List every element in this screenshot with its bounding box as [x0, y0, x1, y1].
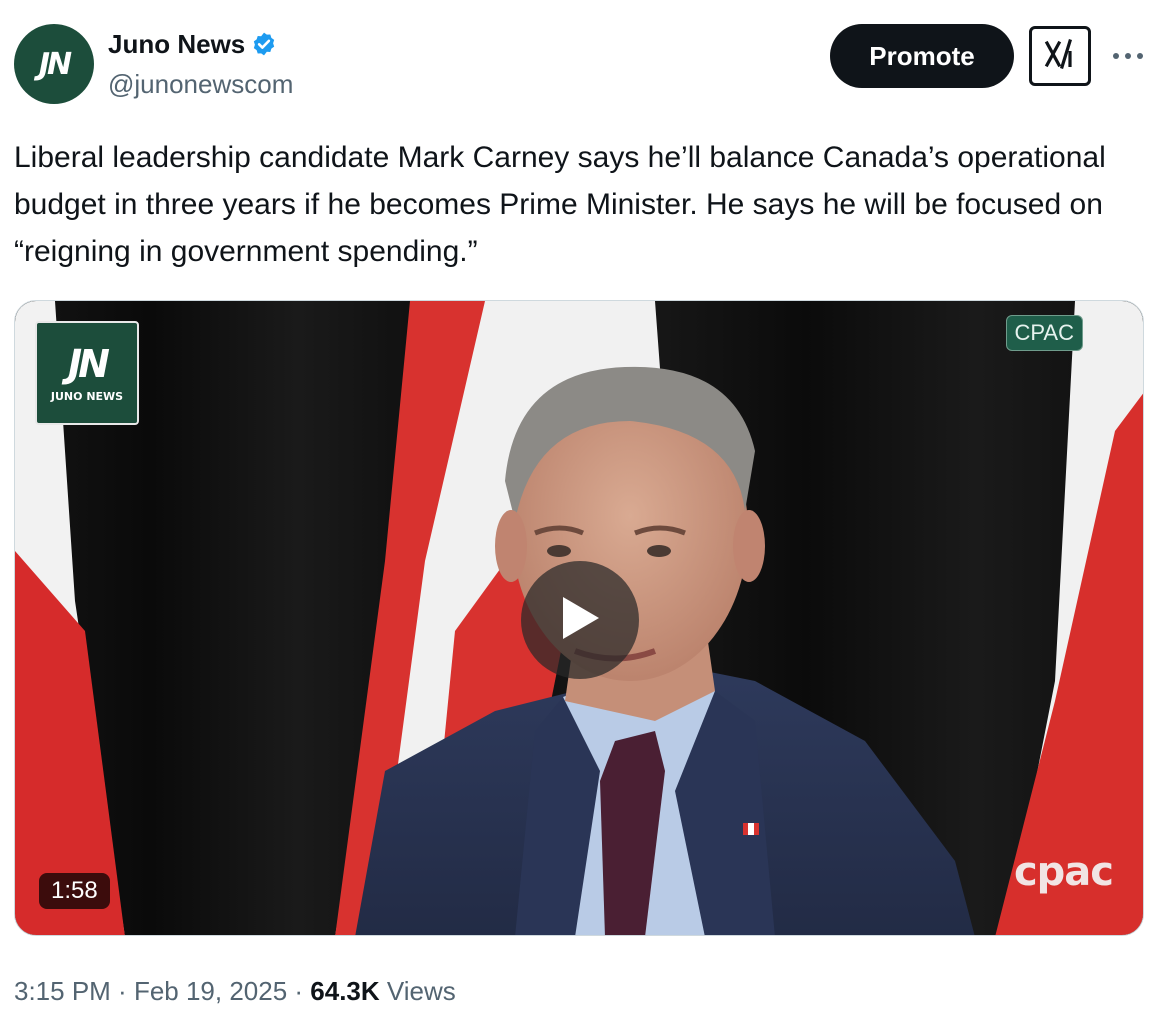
- avatar-logo: JN: [38, 46, 72, 82]
- juno-watermark-word: JUNO NEWS: [50, 389, 124, 403]
- cpac-badge: CPAC: [1005, 315, 1083, 351]
- author-name-row: Juno News: [108, 28, 277, 60]
- meta-separator: ·: [287, 976, 311, 1006]
- more-dots-icon: [1112, 47, 1144, 65]
- play-icon: [557, 593, 603, 648]
- video-duration: 1:58: [39, 873, 110, 909]
- play-button[interactable]: [521, 561, 639, 679]
- verified-badge-icon: [251, 31, 277, 57]
- grok-icon: [1043, 38, 1077, 74]
- author-handle[interactable]: @junonewscom: [108, 68, 293, 100]
- promote-button[interactable]: Promote: [830, 24, 1014, 88]
- tweet-meta: 3:15 PM · Feb 19, 2025 · 64.3K Views: [14, 974, 456, 1008]
- tweet-date[interactable]: Feb 19, 2025: [134, 976, 287, 1006]
- grok-button[interactable]: [1029, 26, 1091, 86]
- tweet-time[interactable]: 3:15 PM: [14, 976, 111, 1006]
- video-player[interactable]: JN JUNO NEWS CPAC cpac 1:58: [14, 300, 1144, 936]
- more-options-button[interactable]: [1108, 38, 1148, 74]
- cpac-logo: cpac: [1013, 849, 1114, 895]
- juno-watermark-mark: JN: [68, 341, 110, 386]
- tweet-text: Liberal leadership candidate Mark Carney…: [14, 141, 1106, 268]
- avatar[interactable]: JN: [14, 24, 94, 104]
- views-count[interactable]: 64.3K: [310, 976, 379, 1006]
- meta-separator: ·: [110, 976, 134, 1006]
- author-display-name[interactable]: Juno News: [108, 28, 245, 60]
- juno-news-watermark: JN JUNO NEWS: [35, 321, 139, 425]
- views-label: Views: [379, 976, 456, 1006]
